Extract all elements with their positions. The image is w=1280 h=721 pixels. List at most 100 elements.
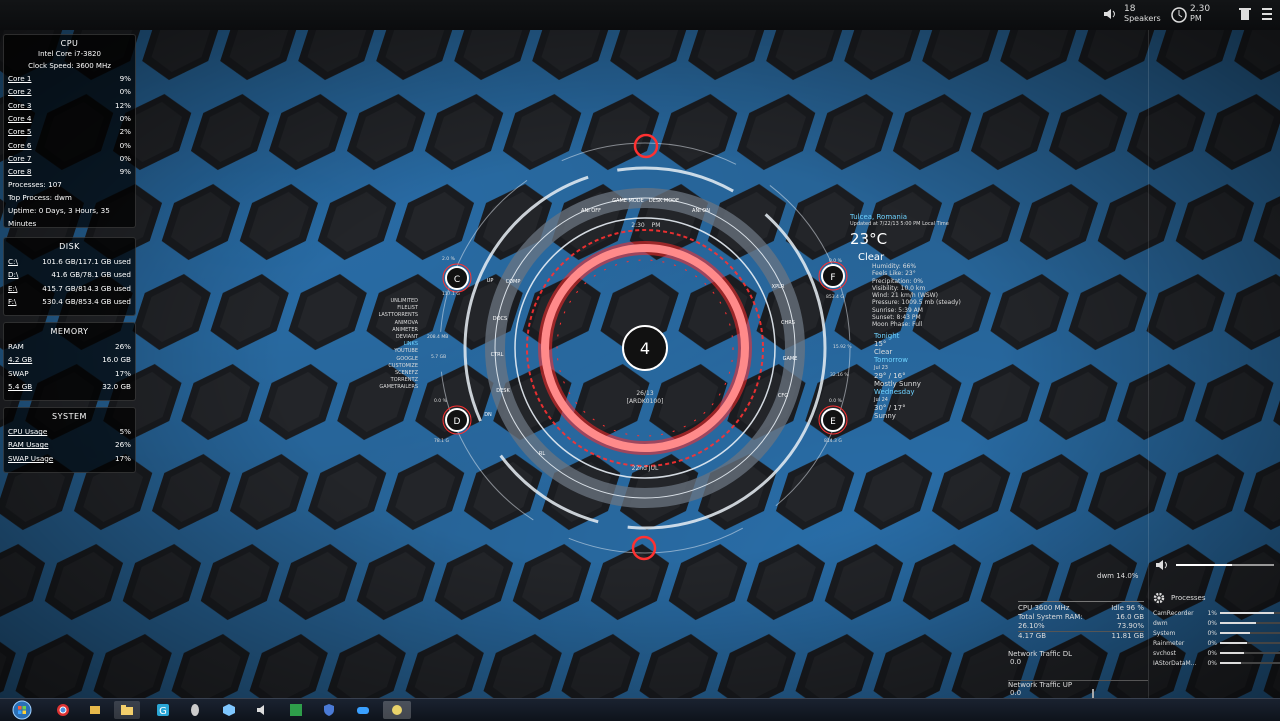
hud-comp-button[interactable]: COMP	[506, 279, 521, 285]
app-speaker-icon[interactable]	[250, 701, 276, 719]
speaker-icon[interactable]	[1104, 8, 1118, 20]
hud-bottom-indicator[interactable]	[631, 535, 657, 561]
hud-ctrl-button[interactable]: CTRL	[491, 352, 504, 358]
core-label[interactable]: Core 6	[8, 141, 32, 150]
folder-icon[interactable]	[114, 701, 140, 719]
link-google[interactable]: GOOGLE	[366, 356, 418, 363]
app-excel-icon[interactable]	[283, 701, 309, 719]
core-value: 0%	[119, 87, 131, 97]
trash-icon[interactable]	[1239, 7, 1251, 21]
volume-slider[interactable]	[1156, 558, 1276, 572]
memory-label: RAM	[8, 342, 24, 352]
menu-icon[interactable]	[1262, 8, 1272, 20]
chrome-icon[interactable]	[50, 701, 76, 719]
network-widget: Network Traffic DL 0.0 Network Traffic U…	[1008, 650, 1148, 704]
process-bar-fill	[1220, 662, 1241, 664]
hud-desk-button[interactable]: DESK	[496, 388, 510, 394]
core-label[interactable]: Core 5	[8, 127, 32, 136]
process-bar-fill	[1220, 642, 1247, 644]
link-unlimited[interactable]: UNLIMITED	[366, 298, 418, 305]
drive-e-gauge[interactable]: E	[818, 405, 848, 435]
drive-d-used: 0.0 %	[434, 398, 448, 404]
core-label[interactable]: Core 4	[8, 114, 32, 123]
app-cube-icon[interactable]	[216, 701, 242, 719]
core-label[interactable]: Core 3	[8, 101, 32, 110]
hud-ani-off-button[interactable]: ANI OFF	[581, 208, 601, 214]
drive-c-letter: C	[454, 275, 460, 285]
weather-detail: Moon Phase: Full	[872, 321, 923, 329]
drive-label[interactable]: F:\	[8, 297, 16, 306]
drive-usage: 101.6 GB/117.1 GB used	[42, 257, 131, 267]
app-g-icon[interactable]: G	[150, 701, 176, 719]
system-label[interactable]: SWAP Usage	[8, 454, 53, 463]
link-animeter[interactable]: ANIMETER	[366, 327, 418, 334]
core-label[interactable]: Core 2	[8, 87, 32, 96]
hud-xplr-button[interactable]: XPLR	[772, 284, 785, 290]
hud-cfg-button[interactable]: CFG	[778, 393, 788, 399]
process-list-title: Processes	[1171, 594, 1206, 602]
process-bar-fill	[1220, 632, 1250, 634]
drive-c-gauge[interactable]: C	[442, 263, 472, 293]
process-name: IAStorDataM...	[1153, 659, 1197, 667]
core-label[interactable]: Core 1	[8, 74, 32, 83]
drive-label[interactable]: E:\	[8, 284, 17, 293]
core-label[interactable]: Core 8	[8, 167, 32, 176]
memory-value: 32.0 GB	[102, 382, 131, 392]
link-animova[interactable]: ANIMOVA	[366, 320, 418, 327]
weather-detail: Feels Like: 23°	[872, 270, 916, 278]
drive-e-size: 814.3 G	[824, 438, 842, 444]
explorer-icon[interactable]	[82, 701, 108, 719]
taskbar: G	[0, 698, 1280, 721]
process-bar	[1220, 662, 1280, 664]
clock-icon[interactable]	[1171, 7, 1187, 23]
app-shield-icon[interactable]	[316, 701, 342, 719]
link-torrentz[interactable]: TORRENTZ	[366, 377, 418, 384]
link-scenefz[interactable]: SCENEFZ	[366, 370, 418, 377]
link-youtube[interactable]: YOUTUBE	[366, 348, 418, 355]
net-dl-graph: 0.0	[1008, 658, 1148, 681]
link-gametrailers[interactable]: GAMETRAILERS	[366, 384, 418, 391]
link-filelist[interactable]: FILELIST	[366, 305, 418, 312]
drive-d-size: 78.1 G	[434, 438, 449, 444]
forecast-day: Wednesday	[874, 387, 915, 396]
system-label[interactable]: CPU Usage	[8, 427, 47, 436]
memory-title: MEMORY	[50, 327, 89, 336]
drive-e-used: 0.0 %	[829, 398, 843, 404]
process-row: CamRecorder 1%	[1153, 608, 1280, 618]
forecast-temp: 30° / 17°	[874, 403, 906, 412]
app-paint-icon[interactable]	[383, 701, 411, 719]
hud-game-mode-button[interactable]: GAME MODE	[612, 198, 644, 204]
hud-top-indicator[interactable]	[633, 133, 659, 159]
drive-f-gauge[interactable]: F	[818, 261, 848, 291]
drive-usage: 415.7 GB/814.3 GB used	[42, 283, 131, 293]
hud-ani-on-button[interactable]: ANI ON	[692, 208, 710, 214]
memory-value: 16.0 GB	[102, 355, 131, 365]
ram-free: 11.81 GB	[1111, 632, 1145, 640]
process-percent: 0%	[1207, 649, 1217, 657]
hud-links-list: UNLIMITED FILELIST LASTTORRENTS ANIMOVA …	[366, 298, 418, 392]
link-lasttorrents[interactable]: LASTTORRENTS	[366, 312, 418, 319]
weather-updated: Updated at 7/22/13 5:00 PM Local Time	[850, 221, 949, 227]
weather-details: Humidity: 66% Feels Like: 23° Precipitat…	[872, 263, 990, 329]
core-label[interactable]: Core 7	[8, 154, 32, 163]
weather-detail: Humidity: 66%	[872, 263, 917, 270]
cpu-panel: CPU Intel Core i7-3820 Clock Speed: 3600…	[3, 34, 136, 228]
hud-game-button[interactable]: GAME	[783, 356, 798, 362]
hud-docs-button[interactable]: DOCS	[493, 316, 507, 322]
hud-rl-button[interactable]: RL	[539, 451, 545, 457]
drive-label[interactable]: C:\	[8, 257, 18, 266]
app-mouse-icon[interactable]	[182, 701, 208, 719]
drive-d-gauge[interactable]: D	[442, 405, 472, 435]
hud-chrs-button[interactable]: CHRS	[781, 320, 795, 326]
system-label[interactable]: RAM Usage	[8, 440, 49, 449]
volume-device: Speakers	[1124, 14, 1161, 23]
drive-label[interactable]: D:\	[8, 270, 18, 279]
hud-launcher: 4 26/13 [ARDK0100] 22nd JUL 2:30 PM ANI …	[427, 133, 852, 561]
link-deviant[interactable]: DEVIANT	[366, 334, 418, 341]
hud-desk-mode-button[interactable]: DESK MODE	[649, 198, 679, 204]
core-value: 9%	[119, 74, 131, 84]
process-list: Processes CamRecorder 1% dwm 0% System 0% Rain…	[1153, 592, 1280, 668]
app-gamepad-icon[interactable]	[350, 701, 376, 719]
start-orb-icon[interactable]	[4, 700, 40, 720]
link-customize[interactable]: CUSTOMIZE	[366, 363, 418, 370]
